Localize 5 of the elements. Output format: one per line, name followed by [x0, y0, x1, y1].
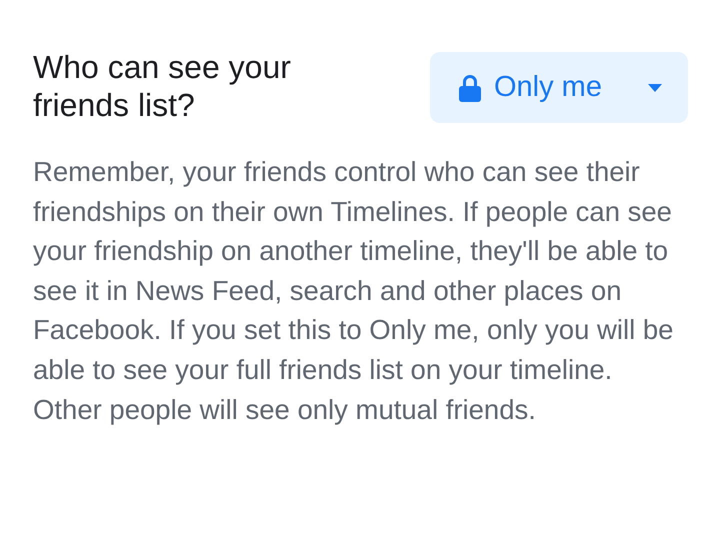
- audience-dropdown[interactable]: Only me: [430, 52, 688, 123]
- lock-icon: [458, 74, 482, 102]
- setting-description: Remember, your friends control who can see their friendships on their own Timelines. If people can see your friendship on another timeline, they'll be able to see it in News Feed, search and other places on Facebook. If you set this to Only me, only you will be able to see your full friends list on your timeline. Other people will see only mutual friends.: [33, 155, 674, 427]
- caret-icon: [648, 84, 662, 92]
- setting-question: Who can see your friends list?: [33, 48, 292, 124]
